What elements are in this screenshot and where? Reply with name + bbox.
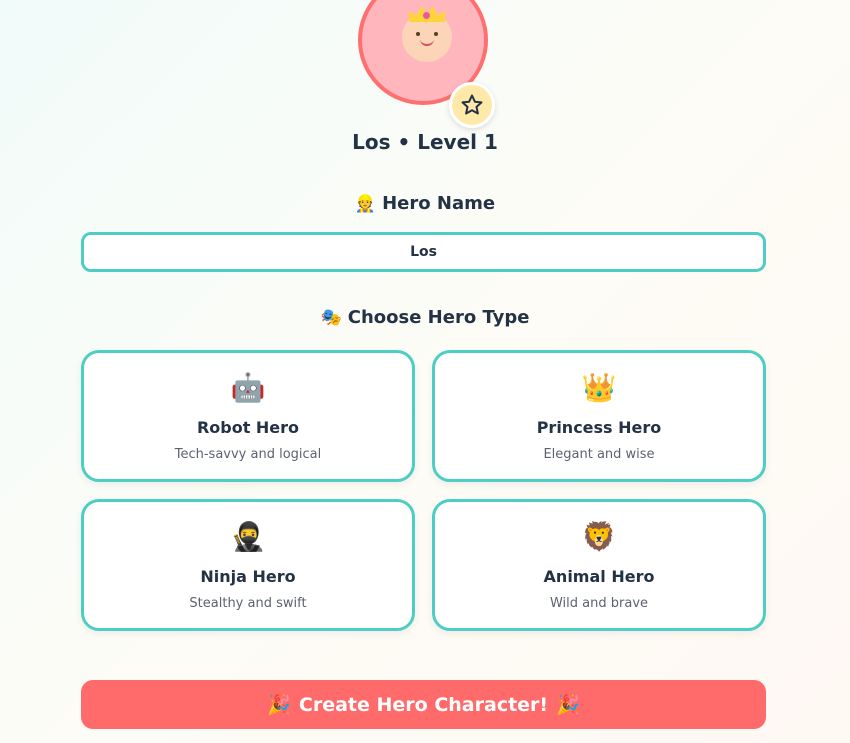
hero-type-label: Choose Hero Type [347,307,530,328]
card-description: Elegant and wise [543,447,655,462]
hero-type-card-robot[interactable]: 🤖 Robot Hero Tech-savvy and logical [81,350,415,482]
crown-gem [423,12,430,19]
hero-level-title: Los • Level 1 [352,130,498,154]
ninja-icon: 🥷 [230,520,266,553]
robot-icon: 🤖 [230,371,266,404]
card-description: Tech-savvy and logical [174,447,322,462]
hero-type-card-ninja[interactable]: 🥷 Ninja Hero Stealthy and swift [81,499,415,631]
crown-icon: 👑 [581,371,617,404]
card-description: Stealthy and swift [189,596,307,611]
theater-masks-icon: 🎭 [320,308,342,328]
create-hero-button[interactable]: 🎉 Create Hero Character! 🎉 [81,680,766,729]
hero-type-card-animal[interactable]: 🦁 Animal Hero Wild and brave [432,499,766,631]
hero-name-input[interactable] [81,232,766,272]
star-icon [461,94,483,115]
card-description: Wild and brave [549,596,649,611]
card-title: Ninja Hero [200,567,296,586]
party-popper-icon: 🎉 [556,694,580,716]
hero-type-card-princess[interactable]: 👑 Princess Hero Elegant and wise [432,350,766,482]
worker-icon: 👷 [354,194,377,214]
card-title: Robot Hero [196,418,300,437]
card-title: Princess Hero [536,418,662,437]
party-popper-icon: 🎉 [267,694,291,716]
card-title: Animal Hero [543,567,655,586]
star-badge[interactable] [449,82,495,128]
hero-type-heading: 🎭 Choose Hero Type [0,307,850,328]
create-hero-label: Create Hero Character! [298,693,549,716]
lion-icon: 🦁 [581,520,617,553]
hero-name-label: Hero Name [382,193,496,214]
hero-name-heading: 👷 Hero Name [0,193,850,214]
